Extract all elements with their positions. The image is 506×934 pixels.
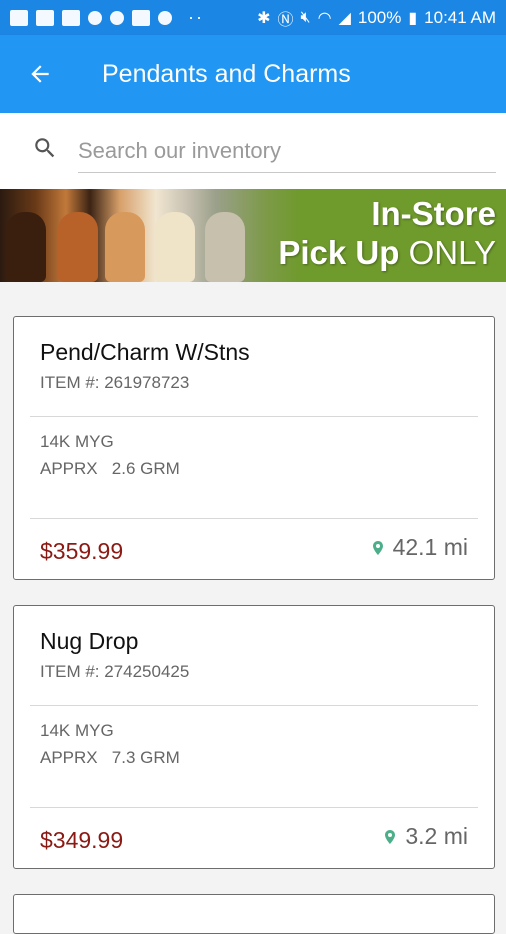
divider bbox=[30, 518, 478, 519]
app-bar: Pendants and Charms bbox=[0, 35, 506, 113]
banner-pickup: Pick Up bbox=[278, 234, 400, 271]
search-bar bbox=[0, 113, 506, 189]
distance: 3.2 mi bbox=[385, 823, 468, 850]
product-desc-1: 14K MYG bbox=[40, 721, 114, 740]
bluetooth-icon: ✱ bbox=[257, 9, 271, 27]
more-notifications-icon: ·· bbox=[188, 7, 204, 27]
distance: 42.1 mi bbox=[372, 534, 468, 561]
product-price: $359.99 bbox=[40, 538, 124, 564]
promo-banner[interactable]: In-Store Pick Up ONLY bbox=[0, 189, 506, 282]
product-desc-1: 14K MYG bbox=[40, 432, 114, 451]
divider bbox=[30, 416, 478, 417]
missed-call-icon bbox=[88, 10, 102, 25]
mute-icon: 🔇︎ bbox=[300, 8, 311, 26]
notification-icons: ·· bbox=[10, 7, 204, 28]
product-card[interactable]: Pend/Charm W/Stns ITEM #: 261978723 14K … bbox=[13, 316, 495, 580]
distance-value: 42.1 mi bbox=[392, 534, 468, 560]
clock: 10:41 AM bbox=[424, 7, 496, 27]
voicemail-icon bbox=[158, 10, 172, 25]
font-icon bbox=[36, 9, 54, 26]
mail-icon bbox=[62, 9, 80, 26]
product-card[interactable] bbox=[13, 894, 495, 934]
banner-text: In-Store Pick Up ONLY bbox=[278, 195, 496, 273]
product-name: Nug Drop bbox=[40, 628, 139, 654]
divider bbox=[30, 807, 478, 808]
product-card[interactable]: Nug Drop ITEM #: 274250425 14K MYG APPRX… bbox=[13, 605, 495, 869]
distance-value: 3.2 mi bbox=[405, 823, 468, 849]
signal-icon: ◢ bbox=[338, 9, 351, 27]
product-desc-2: APPRX 2.6 GRM bbox=[40, 459, 180, 478]
message-icon bbox=[10, 9, 28, 26]
search-input[interactable] bbox=[78, 129, 496, 173]
product-desc-2: APPRX 7.3 GRM bbox=[40, 748, 180, 767]
nfc-icon: Ⓝ bbox=[277, 11, 294, 29]
location-pin-icon bbox=[385, 829, 396, 844]
item-number: ITEM #: 261978723 bbox=[40, 373, 190, 392]
banner-only: ONLY bbox=[408, 234, 496, 271]
status-bar: ·· ✱ Ⓝ 🔇︎ ◠ ◢ 100% ▮ 10:41 AM bbox=[0, 0, 506, 35]
arrow-back-icon bbox=[31, 65, 49, 83]
banner-line-2: Pick Up ONLY bbox=[278, 233, 496, 273]
item-number: ITEM #: 274250425 bbox=[40, 662, 190, 681]
product-price: $349.99 bbox=[40, 827, 124, 853]
location-pin-icon bbox=[372, 540, 383, 555]
download-icon bbox=[110, 10, 124, 25]
battery-icon: ▮ bbox=[408, 9, 418, 27]
battery-percent: 100% bbox=[357, 7, 402, 27]
product-name: Pend/Charm W/Stns bbox=[40, 339, 250, 365]
search-icon bbox=[35, 138, 55, 158]
guitars-image bbox=[0, 189, 300, 282]
divider bbox=[30, 705, 478, 706]
banner-line-1: In-Store bbox=[371, 195, 496, 232]
page-title: Pendants and Charms bbox=[102, 59, 351, 88]
back-button[interactable] bbox=[20, 54, 60, 94]
wifi-icon: ◠ bbox=[317, 9, 332, 27]
image-icon bbox=[132, 9, 150, 26]
